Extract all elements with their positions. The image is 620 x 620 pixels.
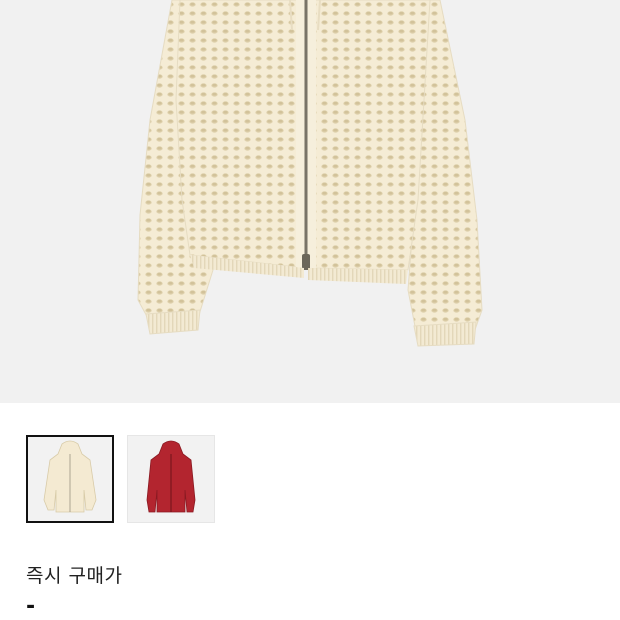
instant-buy-price-value: -	[26, 594, 36, 619]
instant-buy-price-label: 즉시 구매가	[26, 565, 123, 587]
red-hoodie-thumbnail-image	[146, 440, 196, 513]
cardigan-illustration	[137, 0, 483, 347]
cream-hoodie-thumbnail-image	[43, 440, 97, 513]
thumbnail-cream[interactable]	[26, 435, 114, 523]
product-detail-page: 즉시 구매가 -	[0, 0, 620, 620]
thumbnail-red[interactable]	[127, 435, 215, 523]
thumbnail-list	[26, 435, 215, 523]
product-main-image[interactable]	[0, 0, 620, 403]
